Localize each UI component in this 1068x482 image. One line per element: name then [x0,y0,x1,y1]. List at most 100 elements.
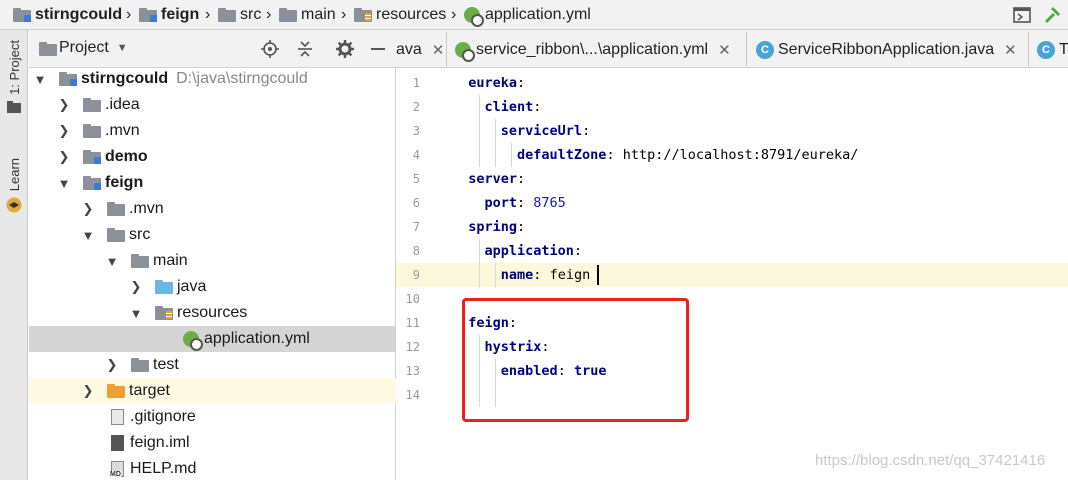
code-line: server: [452,167,1068,191]
module-folder-icon [83,150,101,164]
tree-item-label: test [153,356,179,373]
breadcrumb-separator: › [126,6,132,23]
collapse-arrow-icon[interactable]: ❯ [105,352,119,378]
spring-yaml-icon [455,42,475,62]
module-folder-icon [139,8,157,22]
breadcrumb-file[interactable]: application.yml [464,5,591,27]
expand-arrow-icon[interactable]: ▼ [57,170,71,196]
tree-item-resources[interactable]: ▼ resources [29,300,396,326]
tree-item-demo[interactable]: ❯ demo [29,144,396,170]
collapse-arrow-icon[interactable]: ❯ [57,144,71,170]
project-view-selector[interactable]: Project ▼ [39,39,128,57]
tree-item-label: application.yml [204,330,310,347]
code-line: serviceUrl: [452,119,1068,143]
line-number: 10 [405,292,420,306]
tree-item-src[interactable]: ▼ src [29,222,396,248]
breadcrumb-project[interactable]: stirngcould [13,5,122,25]
line-number: 1 [412,76,420,90]
expand-arrow-icon[interactable]: ▼ [33,66,47,92]
build-hammer-icon[interactable] [1043,6,1061,24]
graduation-cap-icon [6,197,22,213]
module-folder-icon [59,72,77,86]
collapse-arrow-icon[interactable]: ❯ [81,378,95,404]
minimize-icon[interactable] [369,40,387,58]
tab-java-file[interactable]: ava ✕ [396,35,444,65]
collapse-arrow-icon[interactable]: ❯ [57,118,71,144]
breadcrumb-separator: › [266,6,272,23]
tree-item-main[interactable]: ▼ main [29,248,396,274]
locate-target-icon[interactable] [261,40,279,58]
learn-tool-tab-label: Learn [6,158,22,192]
tree-item-mvn[interactable]: ❯ .mvn [29,118,396,144]
editor-gutter: 1 2 3 4 5 6 7 8 9 10 11 12 13 14 [396,68,473,480]
tree-item-application-yml[interactable]: application.yml [29,326,396,352]
breadcrumb-main[interactable]: main [279,5,336,25]
folder-icon [107,228,125,242]
yaml-value: feign [541,267,591,283]
spring-class-icon: C [756,41,774,59]
folder-icon [131,254,149,268]
gear-icon[interactable] [336,40,354,58]
markdown-file-icon [110,461,124,478]
tree-item-feign-mvn[interactable]: ❯ .mvn [29,196,396,222]
module-folder-icon [13,8,31,22]
spring-yaml-icon [183,331,203,351]
tree-item-test[interactable]: ❯ test [29,352,396,378]
spring-yaml-icon [464,7,484,27]
folder-icon [7,100,21,113]
folder-icon [131,358,149,372]
close-icon[interactable]: ✕ [1004,41,1017,59]
tree-item-label: main [153,252,188,269]
navigation-bar: stirngcould › feign › src › main › resou… [0,0,1068,30]
code-line: application: [452,239,1068,263]
tree-item-feign-iml[interactable]: feign.iml [29,430,396,456]
tab-overflow-file[interactable]: C T [1037,35,1068,65]
line-number: 14 [405,388,420,402]
tree-item-label: .mvn [105,122,140,139]
tab-service-ribbon-application-java[interactable]: C ServiceRibbonApplication.java ✕ [756,35,1017,65]
collapse-all-icon[interactable] [296,40,314,58]
tree-item-target[interactable]: ❯ target [29,378,396,404]
run-window-icon[interactable] [1013,6,1031,24]
learn-tool-tab[interactable]: Learn [2,158,26,213]
tree-item-path: D:\java\stirngcould [176,70,308,87]
collapse-arrow-icon[interactable]: ❯ [81,196,95,222]
yaml-colon: : [573,243,583,259]
expand-arrow-icon[interactable]: ▼ [129,300,143,326]
tree-item-stirngcould[interactable]: ▼ stirngcould D:\java\stirngcould [29,66,396,92]
tree-item-label: HELP.md [130,460,197,477]
project-tool-tab[interactable]: 1: Project [2,40,26,113]
breadcrumb-separator: › [341,6,347,23]
indent-guide [479,95,480,167]
module-folder-icon [83,176,101,190]
line-number: 12 [405,340,420,354]
breadcrumb-separator: › [451,6,457,23]
project-tool-tab-label: 1: Project [6,40,22,95]
yaml-key: serviceUrl [500,123,583,139]
yaml-colon: : [517,75,526,91]
breadcrumb-label: feign [161,6,200,23]
folder-icon [83,124,101,138]
breadcrumb-src[interactable]: src [218,5,261,25]
folder-icon [279,8,297,22]
line-number: 13 [405,364,420,378]
resources-folder-icon [354,8,372,22]
close-icon[interactable]: ✕ [432,41,445,59]
close-icon[interactable]: ✕ [718,41,731,59]
tree-item-gitignore[interactable]: .gitignore [29,404,396,430]
breadcrumb-resources[interactable]: resources [354,5,446,25]
tree-item-feign[interactable]: ▼ feign [29,170,396,196]
expand-arrow-icon[interactable]: ▼ [81,222,95,248]
expand-arrow-icon[interactable]: ▼ [105,248,119,274]
tree-item-label: target [129,382,170,399]
tab-service-ribbon-application-yml[interactable]: service_ribbon\...\application.yml ✕ [455,35,731,65]
breadcrumb-module[interactable]: feign [139,5,199,25]
tab-label: ServiceRibbonApplication.java [778,41,995,58]
tree-item-idea[interactable]: ❯ .idea [29,92,396,118]
line-number: 4 [412,148,420,162]
tree-item-java[interactable]: ❯ java [29,274,396,300]
tree-item-help-md[interactable]: HELP.md [29,456,396,482]
collapse-arrow-icon[interactable]: ❯ [129,274,143,300]
collapse-arrow-icon[interactable]: ❯ [57,92,71,118]
watermark: https://blog.csdn.net/qq_37421416 [815,452,1046,469]
